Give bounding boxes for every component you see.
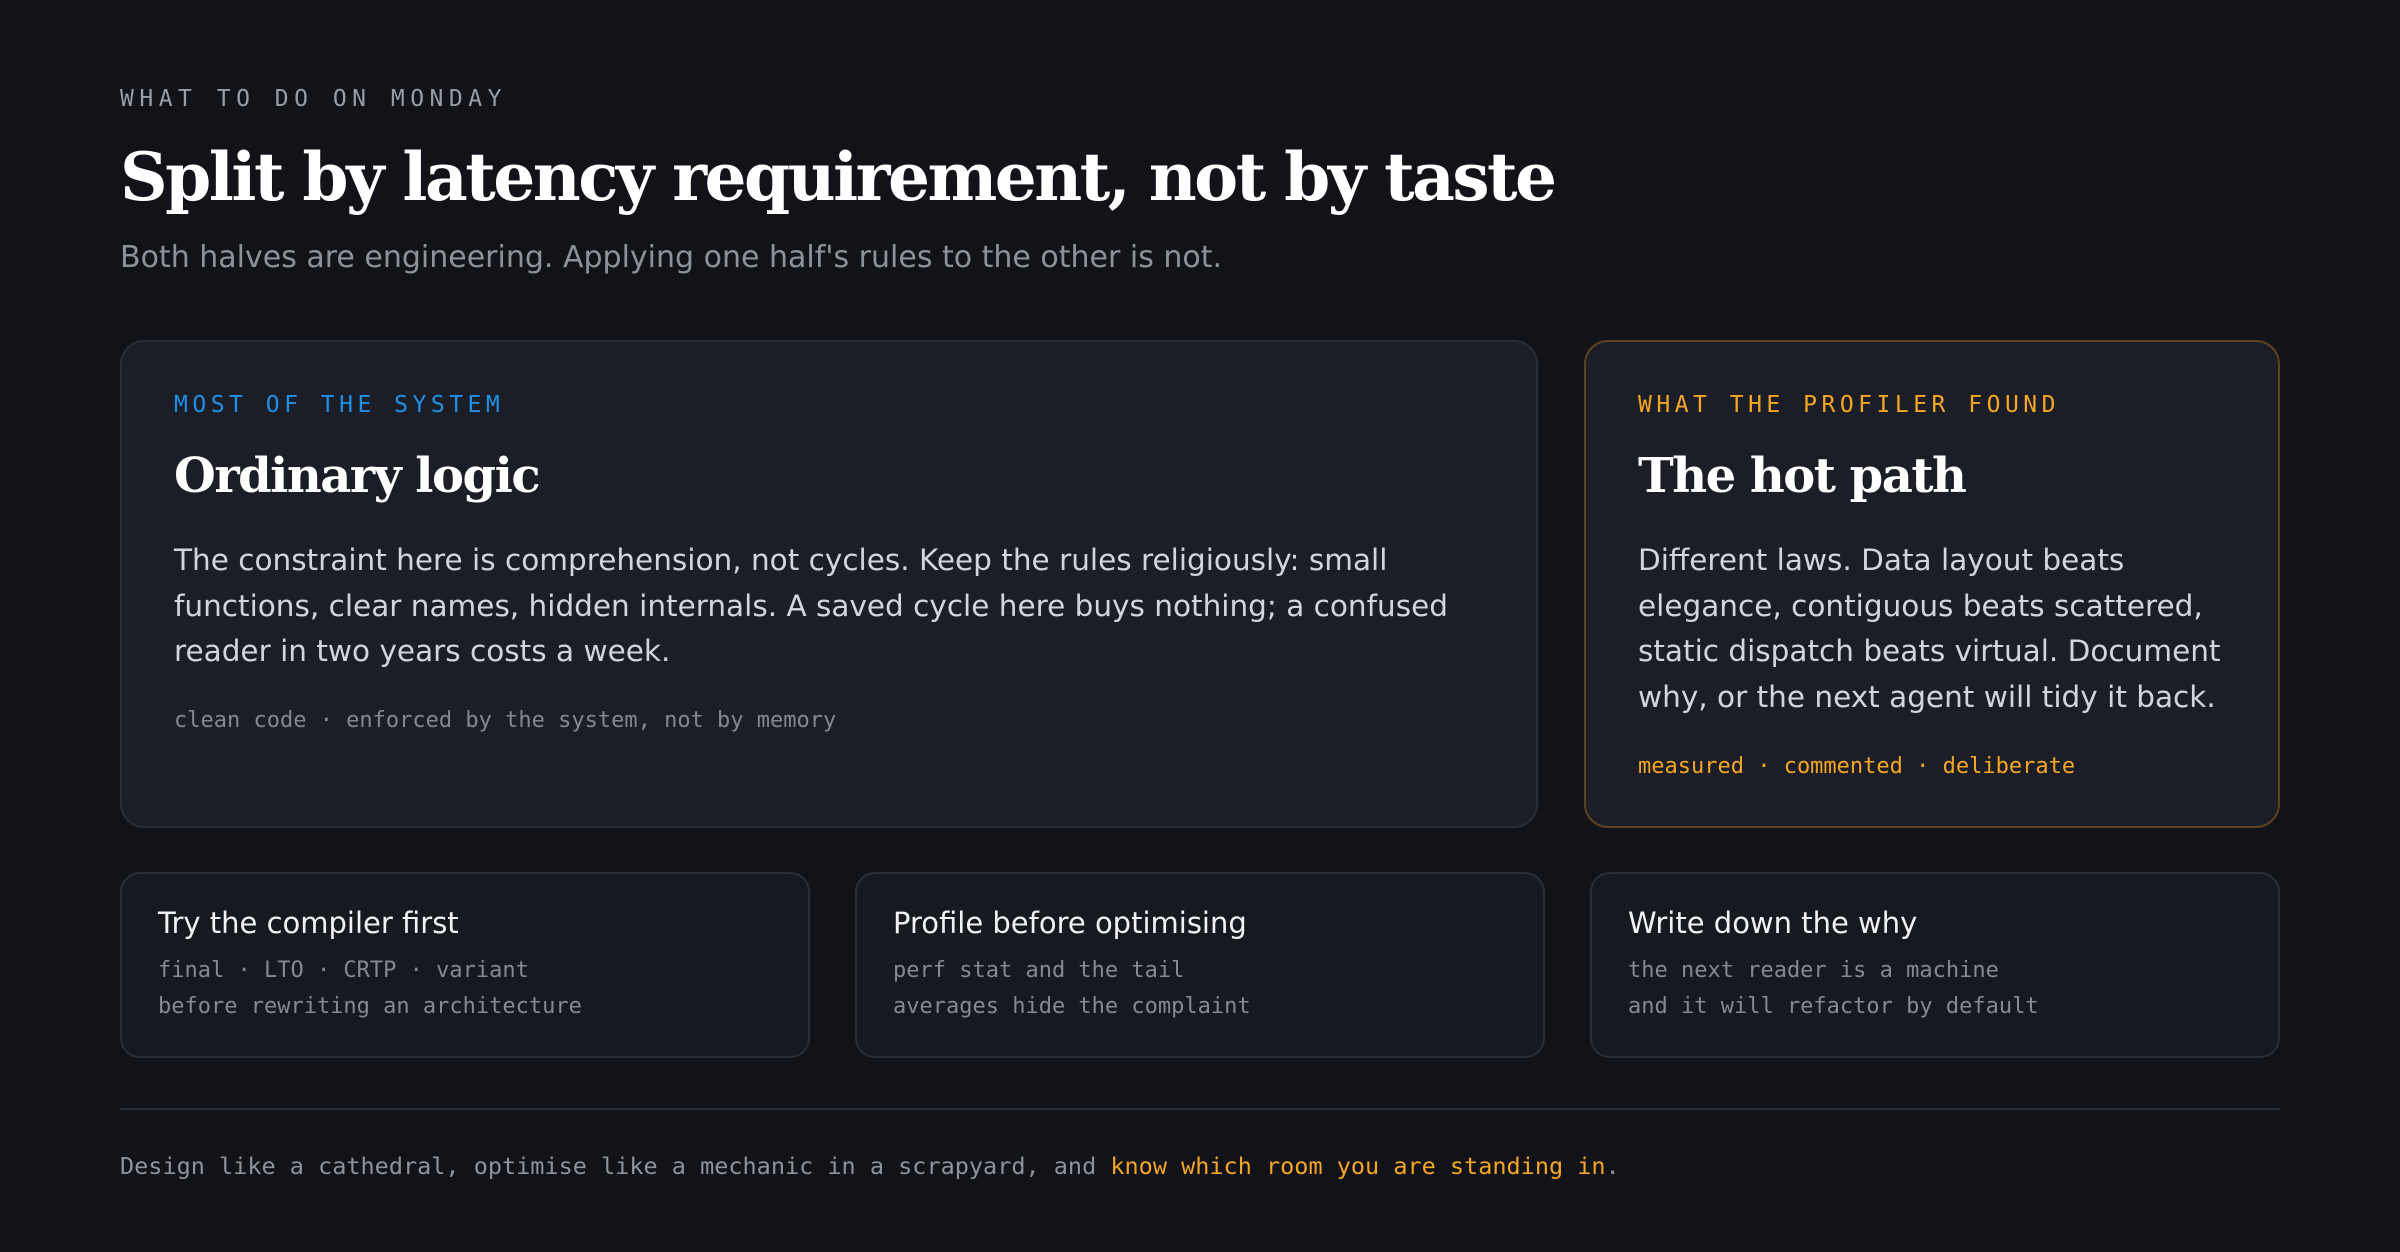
tip-detail: the next reader is a machine [1628,958,1999,983]
card-footnote: measured · commented · deliberate [1638,754,2076,779]
page-title: Split by latency requirement, not by tas… [120,138,1557,216]
tip-detail: perf stat and the tail [893,958,1185,983]
tip-card-profile: Profile before optimising perf stat and … [855,872,1545,1058]
card-body: The constraint here is comprehension, no… [174,543,1448,668]
page-subtitle: Both halves are engineering. Applying on… [120,240,1223,275]
hot-path-card: WHAT THE PROFILER FOUND The hot path Dif… [1584,340,2280,828]
slide: WHAT TO DO ON MONDAY Split by latency re… [120,0,2280,1252]
tip-detail: and it will refactor by default [1628,994,2039,1019]
card-heading: Ordinary logic [174,448,541,504]
tip-title: Write down the why [1628,906,1918,940]
footer-suffix: . [1605,1152,1620,1180]
tip-detail: final · LTO · CRTP · variant [158,958,529,983]
footer-text: Design like a cathedral, optimise like a… [120,1152,1111,1180]
divider [120,1108,2280,1110]
tip-detail: before rewriting an architecture [158,994,582,1019]
card-heading: The hot path [1638,448,1967,504]
footer-highlight: know which room you are standing in [1110,1152,1606,1180]
card-footnote: clean code · enforced by the system, not… [174,708,837,733]
tip-title: Profile before optimising [893,906,1247,940]
tip-detail: averages hide the complaint [893,994,1251,1019]
ordinary-logic-card: MOST OF THE SYSTEM Ordinary logic The co… [120,340,1538,828]
tip-card-why: Write down the why the next reader is a … [1590,872,2280,1058]
footer-quote: Design like a cathedral, optimise like a… [120,1152,1620,1180]
card-label: WHAT THE PROFILER FOUND [1638,392,2060,418]
card-label: MOST OF THE SYSTEM [174,392,505,418]
card-body: Different laws. Data layout beats elegan… [1638,543,2221,714]
eyebrow-label: WHAT TO DO ON MONDAY [120,86,507,112]
tip-card-compiler: Try the compiler first final · LTO · CRT… [120,872,810,1058]
tip-title: Try the compiler first [158,906,459,940]
